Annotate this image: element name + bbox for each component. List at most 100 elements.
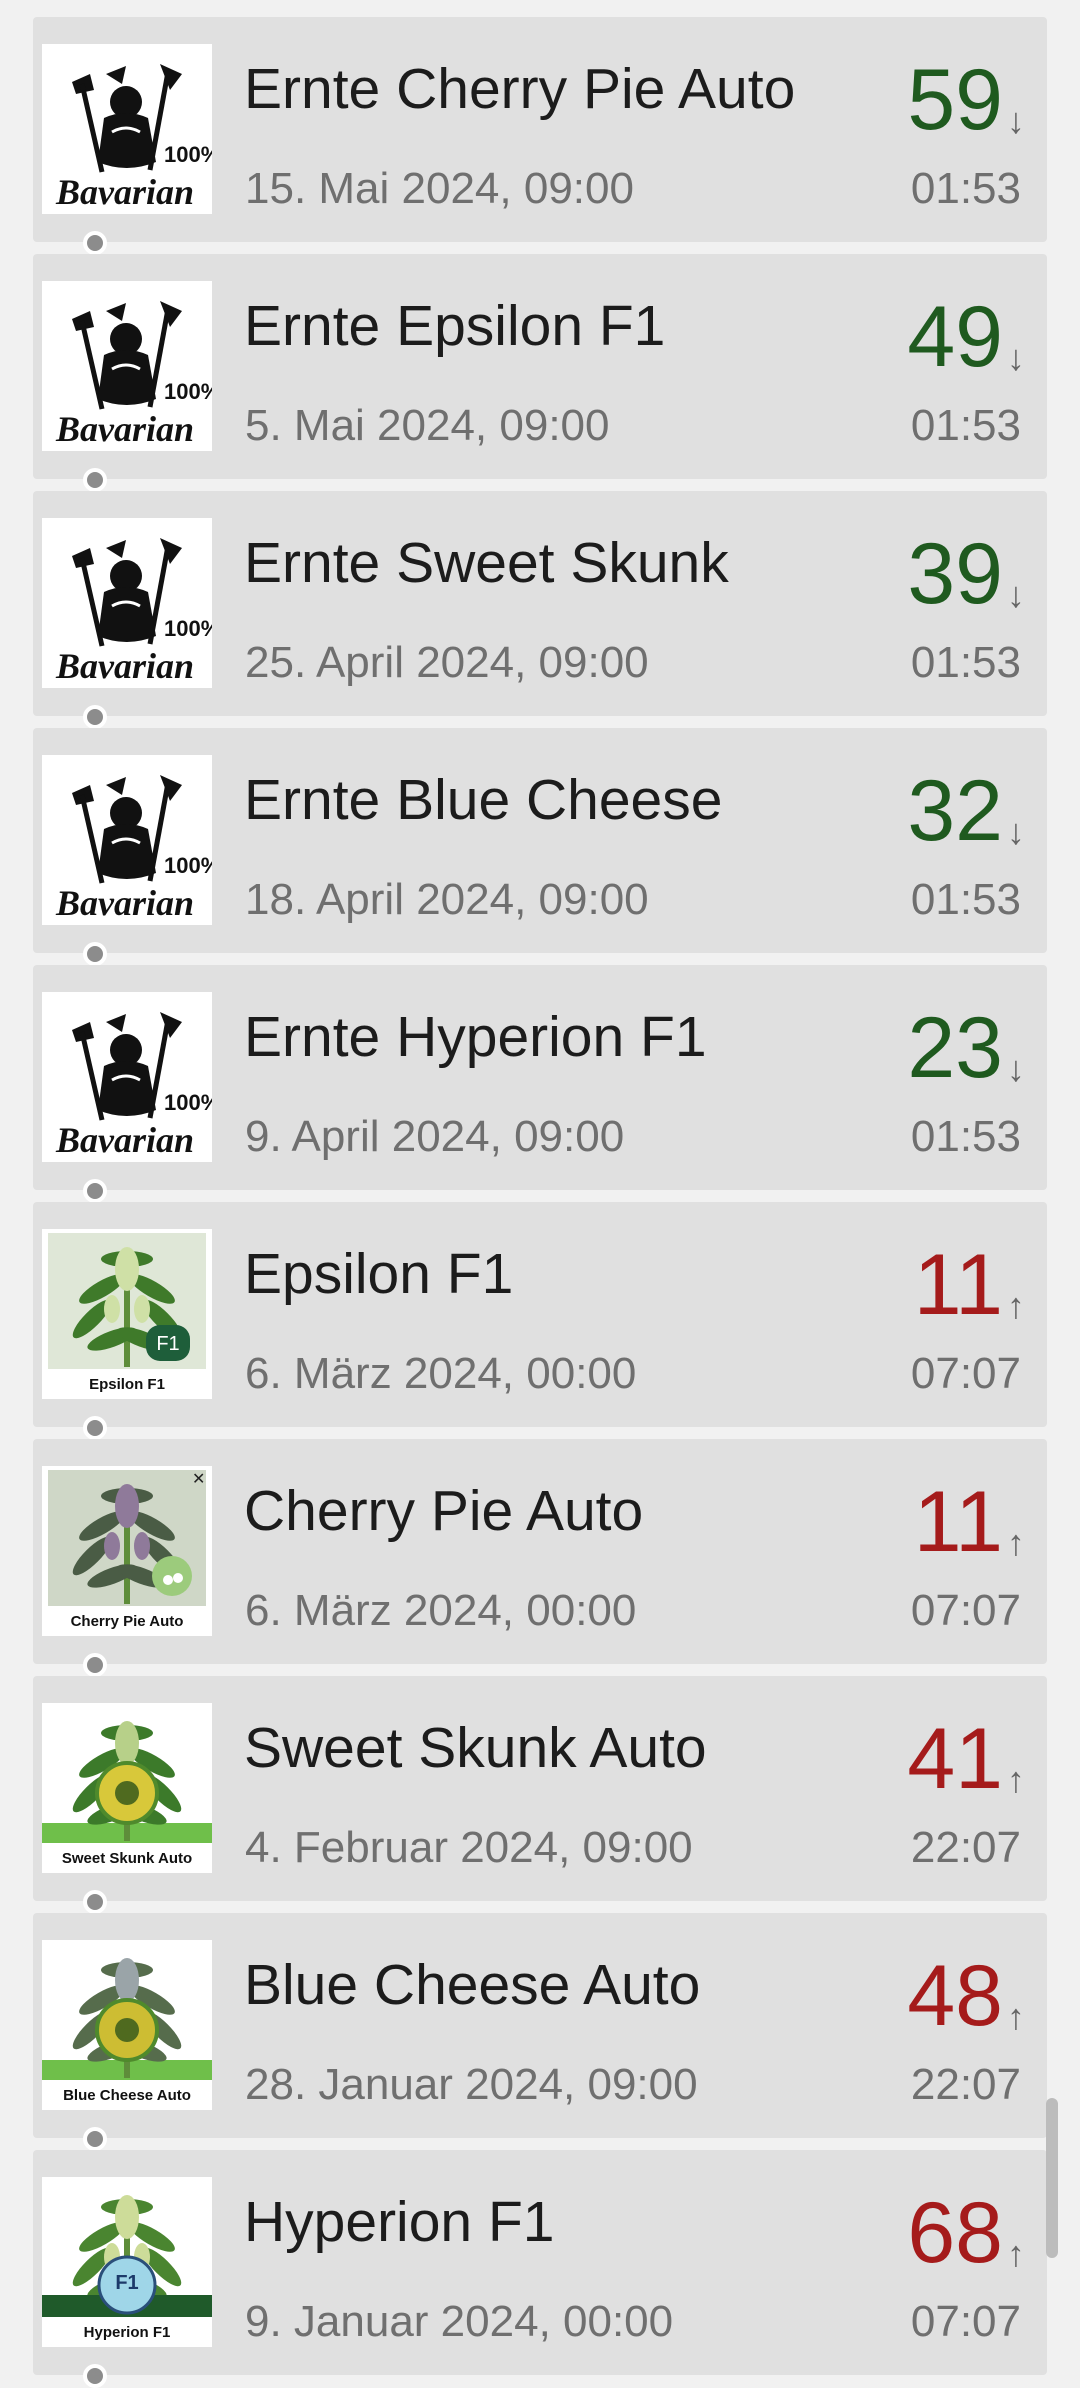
- item-time: 22:07: [910, 2060, 1021, 2109]
- item-time: 07:07: [910, 1586, 1021, 1635]
- count-indicator: 39 ↓: [907, 531, 1025, 617]
- item-date: 9. Januar 2024, 00:00: [245, 2297, 674, 2346]
- item-count: 23: [907, 1000, 1003, 1096]
- thumbnail-caption: Cherry Pie Auto: [70, 1613, 184, 1630]
- item-time: 01:53: [910, 164, 1021, 213]
- cannabis-plant-icon: [42, 1940, 212, 2110]
- item-count: 11: [913, 1237, 1003, 1333]
- svg-text:F1: F1: [115, 2272, 138, 2294]
- bavarian-logo-icon: 100% Bavarian: [42, 44, 212, 214]
- thumbnail-caption: Sweet Skunk Auto: [61, 1850, 193, 1867]
- timeline-dot: [83, 705, 107, 729]
- list-item[interactable]: 100% Bavarian Ernte Blue Cheese 18. April 2…: [33, 728, 1047, 953]
- svg-text:Bavarian: Bavarian: [55, 1120, 194, 1160]
- thumbnail-caption: Epsilon F1: [89, 1376, 165, 1393]
- thumbnail-caption: Hyperion F1: [83, 2324, 171, 2341]
- strain-thumbnail: ✕ Cherry Pie Auto: [42, 1466, 212, 1636]
- item-time: 01:53: [910, 875, 1021, 924]
- strain-thumbnail: 100% Bavarian: [42, 755, 212, 925]
- list-item[interactable]: Sweet Skunk Auto Sweet Skunk Auto 4. Febru…: [33, 1676, 1047, 1901]
- timeline-dot: [83, 231, 107, 255]
- arrow-down-icon: ↓: [1007, 337, 1025, 378]
- item-date: 6. März 2024, 00:00: [245, 1349, 637, 1398]
- item-time: 01:53: [910, 1112, 1021, 1161]
- item-time: 22:07: [910, 1823, 1021, 1872]
- item-title: Hyperion F1: [244, 2190, 555, 2254]
- list-item[interactable]: ✕ Cherry Pie Auto Cherry Pie Auto 6. März 2…: [33, 1439, 1047, 1664]
- item-count: 48: [907, 1948, 1003, 2044]
- list-item[interactable]: 100% Bavarian Ernte Epsilon F1 5. Mai 2024,…: [33, 254, 1047, 479]
- strain-event-list: 100% Bavarian Ernte Cherry Pie Auto 15. Mai…: [0, 0, 1080, 2388]
- svg-text:100%: 100%: [164, 379, 212, 404]
- count-indicator: 11 ↑: [914, 1242, 1025, 1328]
- item-date: 5. Mai 2024, 09:00: [245, 401, 610, 450]
- list-item[interactable]: 100% Bavarian Ernte Sweet Skunk 25. April 2…: [33, 491, 1047, 716]
- item-time: 01:53: [910, 638, 1021, 687]
- item-time: 07:07: [910, 2297, 1021, 2346]
- count-indicator: 23 ↓: [907, 1005, 1025, 1091]
- scrollbar[interactable]: [1046, 2098, 1058, 2258]
- list-item[interactable]: F1 Epsilon F1 Epsilon F1 6. März 2024, 00:0…: [33, 1202, 1047, 1427]
- bavarian-logo-icon: 100% Bavarian: [42, 518, 212, 688]
- strain-thumbnail: Blue Cheese Auto: [42, 1940, 212, 2110]
- count-indicator: 59 ↓: [907, 57, 1025, 143]
- list-item[interactable]: F1 Hyperion F1 Hyperion F1 9. Januar 2024, …: [33, 2150, 1047, 2375]
- strain-thumbnail: 100% Bavarian: [42, 992, 212, 1162]
- item-title: Ernte Cherry Pie Auto: [244, 57, 796, 121]
- svg-text:Bavarian: Bavarian: [55, 883, 194, 923]
- list-item[interactable]: Blue Cheese Auto Blue Cheese Auto 28. Janu…: [33, 1913, 1047, 2138]
- item-title: Ernte Sweet Skunk: [244, 531, 729, 595]
- arrow-up-icon: ↑: [1007, 2233, 1025, 2274]
- strain-thumbnail: Sweet Skunk Auto: [42, 1703, 212, 1873]
- strain-thumbnail: 100% Bavarian: [42, 281, 212, 451]
- list-item[interactable]: 100% Bavarian Ernte Cherry Pie Auto 15. Mai…: [33, 17, 1047, 242]
- strain-thumbnail: F1 Epsilon F1: [42, 1229, 212, 1399]
- svg-text:100%: 100%: [164, 142, 212, 167]
- count-indicator: 68 ↑: [907, 2190, 1025, 2276]
- item-count: 39: [907, 526, 1003, 622]
- item-date: 4. Februar 2024, 09:00: [245, 1823, 693, 1872]
- item-date: 28. Januar 2024, 09:00: [245, 2060, 698, 2109]
- item-count: 41: [907, 1711, 1003, 1807]
- cannabis-plant-icon: [42, 1703, 212, 1873]
- arrow-up-icon: ↑: [1007, 1285, 1025, 1326]
- svg-text:Bavarian: Bavarian: [55, 409, 194, 449]
- item-count: 59: [907, 52, 1003, 148]
- count-indicator: 41 ↑: [907, 1716, 1025, 1802]
- timeline-dot: [83, 1179, 107, 1203]
- timeline-dot: [83, 468, 107, 492]
- item-date: 15. Mai 2024, 09:00: [245, 164, 634, 213]
- item-date: 18. April 2024, 09:00: [245, 875, 649, 924]
- list-item[interactable]: 100% Bavarian Ernte Hyperion F1 9. April 20…: [33, 965, 1047, 1190]
- item-date: 6. März 2024, 00:00: [245, 1586, 637, 1635]
- arrow-up-icon: ↑: [1007, 1759, 1025, 1800]
- arrow-down-icon: ↓: [1007, 100, 1025, 141]
- item-title: Ernte Blue Cheese: [244, 768, 723, 832]
- arrow-up-icon: ↑: [1007, 1522, 1025, 1563]
- item-title: Cherry Pie Auto: [244, 1479, 644, 1543]
- count-indicator: 32 ↓: [907, 768, 1025, 854]
- arrow-up-icon: ↑: [1007, 1996, 1025, 2037]
- svg-text:100%: 100%: [164, 1090, 212, 1115]
- timeline-dot: [83, 942, 107, 966]
- svg-text:100%: 100%: [164, 853, 212, 878]
- bavarian-logo-icon: 100% Bavarian: [42, 755, 212, 925]
- item-date: 9. April 2024, 09:00: [245, 1112, 625, 1161]
- timeline-dot: [83, 1416, 107, 1440]
- arrow-down-icon: ↓: [1007, 1048, 1025, 1089]
- svg-text:✕: ✕: [192, 1469, 205, 1488]
- strain-thumbnail: F1 Hyperion F1: [42, 2177, 212, 2347]
- cannabis-plant-icon: F1: [42, 1229, 212, 1399]
- item-count: 11: [913, 1474, 1003, 1570]
- count-indicator: 48 ↑: [907, 1953, 1025, 2039]
- timeline-dot: [83, 2364, 107, 2388]
- strain-thumbnail: 100% Bavarian: [42, 44, 212, 214]
- svg-text:F1: F1: [156, 1333, 179, 1355]
- svg-text:Bavarian: Bavarian: [55, 172, 194, 212]
- strain-thumbnail: 100% Bavarian: [42, 518, 212, 688]
- timeline-dot: [83, 1890, 107, 1914]
- bavarian-logo-icon: 100% Bavarian: [42, 992, 212, 1162]
- timeline-dot: [83, 1653, 107, 1677]
- item-title: Epsilon F1: [244, 1242, 514, 1306]
- svg-text:100%: 100%: [164, 616, 212, 641]
